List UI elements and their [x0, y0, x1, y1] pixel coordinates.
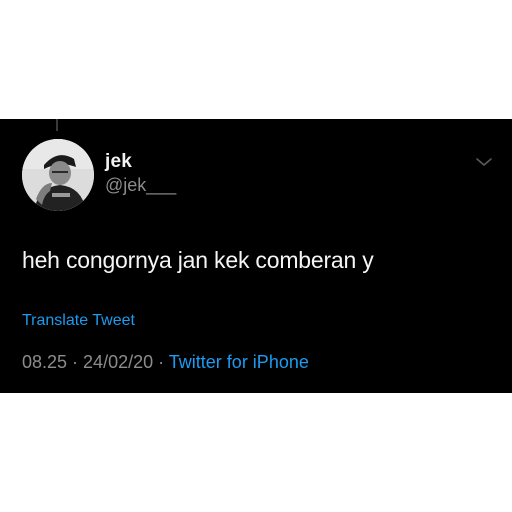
tweet-card: jek @jek___ heh congornya jan kek comber…	[0, 119, 512, 393]
tweet-metadata: 08.25 · 24/02/20 · Twitter for iPhone	[22, 352, 309, 373]
avatar[interactable]	[22, 139, 94, 211]
screenshot-frame: jek @jek___ heh congornya jan kek comber…	[0, 0, 512, 512]
tweet-date: 24/02/20	[83, 352, 154, 372]
translate-tweet-link[interactable]: Translate Tweet	[22, 312, 135, 330]
chevron-down-icon[interactable]	[474, 155, 494, 169]
meta-separator-2: ·	[153, 352, 169, 372]
display-name[interactable]: jek	[105, 151, 132, 173]
meta-separator: ·	[67, 352, 84, 372]
avatar-photo-icon	[22, 139, 94, 211]
tweet-time: 08.25	[22, 352, 68, 372]
tweet-text: heh congornya jan kek comberan y	[22, 247, 374, 273]
tweet-source-link[interactable]: Twitter for iPhone	[169, 352, 309, 372]
thread-connector-line	[56, 119, 58, 131]
user-handle[interactable]: @jek___	[105, 175, 176, 196]
